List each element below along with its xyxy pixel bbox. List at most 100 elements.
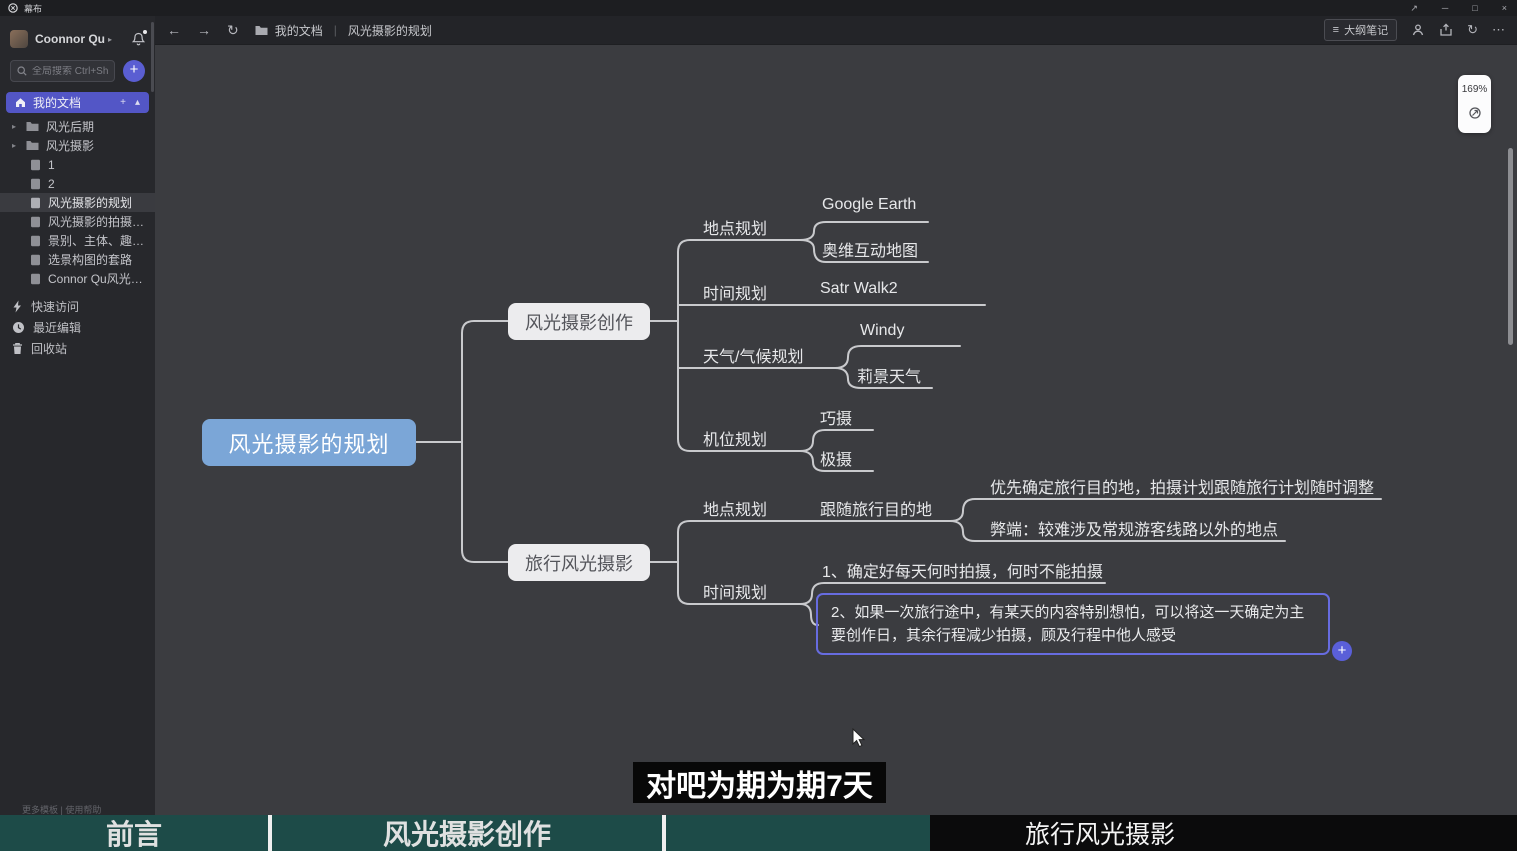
folder-label: 风光摄影 — [46, 137, 94, 154]
mindmap-node[interactable]: 地点规划 — [703, 496, 767, 520]
maximize-icon[interactable]: □ — [1472, 0, 1477, 16]
home-icon — [15, 97, 26, 108]
mindmap-node[interactable]: 1、确定好每天何时拍摄，何时不能拍摄 — [822, 558, 1103, 582]
mindmap-node[interactable]: Satr Walk2 — [820, 280, 898, 298]
export-icon[interactable] — [1439, 23, 1453, 37]
sidebar-item-my-docs[interactable]: 我的文档 + ▴ — [6, 92, 149, 113]
mindmap-node[interactable]: 天气/气候规划 — [703, 343, 803, 367]
mindmap-node[interactable]: 巧摄 — [820, 405, 852, 429]
folder-label: 风光后期 — [46, 118, 94, 135]
title-bar: 幕布 ↗ ─ □ × — [0, 0, 1517, 16]
sidebar-item-trash[interactable]: 回收站 — [0, 338, 155, 359]
document-tree: ▸ 风光后期 ▸ 风光摄影 1 2 风光摄影的规划 — [0, 117, 155, 288]
minimize-icon[interactable]: ─ — [1442, 0, 1448, 16]
sidebar-item-quick-access[interactable]: 快速访问 — [0, 296, 155, 317]
chapter-section[interactable]: 前言 — [0, 815, 268, 851]
mindmap-node[interactable]: 优先确定旅行目的地，拍摄计划跟随旅行计划随时调整 — [990, 474, 1374, 498]
doc-label: 景别、主体、趣味点与选景… — [48, 232, 154, 249]
app-logo-icon — [8, 3, 18, 13]
chapter-section[interactable] — [666, 815, 930, 851]
back-button[interactable]: ← — [167, 22, 181, 38]
mindmap-node[interactable]: 极摄 — [820, 446, 852, 470]
mindmap-node[interactable]: 时间规划 — [703, 280, 767, 304]
outline-note-label: 大纲笔记 — [1344, 22, 1388, 38]
pin-window-icon[interactable]: ↗ — [1410, 0, 1418, 16]
more-menu-icon[interactable]: ⋯ — [1492, 22, 1505, 38]
notification-badge — [143, 30, 147, 34]
sidebar-folder[interactable]: ▸ 风光摄影 — [0, 136, 155, 155]
add-doc-icon[interactable]: + — [120, 97, 126, 108]
mindmap-node-selected[interactable]: 2、如果一次旅行途中，有某天的内容特别想怕，可以将这一天确定为主要创作日，其余行… — [816, 593, 1330, 655]
mindmap-node[interactable]: 时间规划 — [703, 579, 767, 603]
sidebar-doc-selected[interactable]: 风光摄影的规划 — [0, 193, 155, 212]
search-input[interactable] — [32, 66, 108, 77]
sidebar-doc[interactable]: Connor Qu风光后期思维导图 — [0, 269, 155, 288]
share-icon[interactable] — [1411, 23, 1425, 37]
collapse-icon[interactable]: ▴ — [135, 97, 140, 108]
sidebar: Coonnor Qu ▸ + 我的文档 + ▴ ▸ — [0, 16, 155, 851]
add-child-node-button[interactable]: + — [1332, 641, 1352, 661]
user-caret-icon: ▸ — [108, 35, 112, 44]
notification-bell[interactable] — [132, 32, 145, 46]
mindmap-root-node[interactable]: 风光摄影的规划 — [202, 419, 416, 466]
mindmap-branch-node[interactable]: 旅行风光摄影 — [508, 544, 650, 581]
sidebar-doc[interactable]: 选景构图的套路 — [0, 250, 155, 269]
mindmap-node[interactable]: Google Earth — [822, 196, 916, 214]
reset-view-icon[interactable] — [1468, 106, 1482, 120]
sync-icon[interactable]: ↻ — [1467, 22, 1478, 38]
forward-button[interactable]: → — [197, 22, 211, 38]
mindmap-node[interactable]: 地点规划 — [703, 215, 767, 239]
mindmap-node[interactable]: 跟随旅行目的地 — [820, 496, 932, 520]
mindmap-branch-node[interactable]: 风光摄影创作 — [508, 303, 650, 340]
my-docs-label: 我的文档 — [33, 94, 81, 111]
zoom-level[interactable]: 169% — [1462, 84, 1488, 95]
mindmap-canvas[interactable]: 风光摄影的规划 风光摄影创作 旅行风光摄影 地点规划 Google Earth … — [155, 45, 1517, 851]
search-icon — [17, 66, 27, 76]
chapter-section[interactable]: 旅行风光摄影 — [930, 815, 1517, 851]
mindmap-node[interactable]: 机位规划 — [703, 426, 767, 450]
chapter-section[interactable]: 风光摄影创作 — [272, 815, 662, 851]
toolbar: ← → ↻ 我的文档 | 风光摄影的规划 ≡ 大纲笔记 ↻ ⋯ — [155, 16, 1517, 45]
mindmap-node[interactable]: Windy — [860, 322, 904, 340]
user-name: Coonnor Qu — [35, 32, 105, 46]
doc-label: 选景构图的套路 — [48, 251, 132, 268]
bell-icon — [132, 32, 145, 46]
doc-label: 1 — [48, 158, 55, 172]
sidebar-doc[interactable]: 风光摄影的拍摄规划 — [0, 212, 155, 231]
folder-icon — [255, 25, 268, 36]
mindmap-node[interactable]: 莉景天气 — [857, 363, 921, 387]
sidebar-folder[interactable]: ▸ 风光后期 — [0, 117, 155, 136]
canvas-scrollbar[interactable] — [1508, 148, 1513, 345]
sidebar-doc[interactable]: 景别、主体、趣味点与选景… — [0, 231, 155, 250]
doc-label: 2 — [48, 177, 55, 191]
caret-right-icon[interactable]: ▸ — [12, 122, 26, 131]
user-menu[interactable]: Coonnor Qu ▸ — [0, 24, 155, 54]
clock-icon — [12, 321, 25, 334]
refresh-button[interactable]: ↻ — [227, 22, 239, 39]
breadcrumb-document: 风光摄影的规划 — [348, 22, 432, 39]
sidebar-doc[interactable]: 2 — [0, 174, 155, 193]
doc-label: 风光摄影的拍摄规划 — [48, 213, 154, 230]
sidebar-doc[interactable]: 1 — [0, 155, 155, 174]
mouse-cursor — [852, 728, 866, 748]
outline-note-button[interactable]: ≡ 大纲笔记 — [1324, 19, 1397, 41]
global-search[interactable] — [10, 60, 115, 82]
sidebar-scrollbar[interactable] — [151, 22, 154, 92]
mindmap-node[interactable]: 弊端：较难涉及常规游客线路以外的地点 — [990, 516, 1278, 540]
video-subtitle: 对吧为期为期7天 — [633, 762, 886, 803]
app-window: 幕布 ↗ ─ □ × ← → ↻ 我的文档 | 风光摄影的规划 ≡ 大纲笔记 — [0, 0, 1517, 851]
chapter-bar: 前言 风光摄影创作 旅行风光摄影 — [0, 815, 1517, 851]
folder-icon — [26, 121, 39, 132]
new-document-button[interactable]: + — [123, 60, 145, 82]
breadcrumb-folder[interactable]: 我的文档 — [275, 22, 323, 39]
folder-icon — [26, 140, 39, 151]
sidebar-item-recent[interactable]: 最近编辑 — [0, 317, 155, 338]
zoom-widget[interactable]: 169% — [1458, 75, 1491, 133]
close-icon[interactable]: × — [1502, 0, 1507, 16]
doc-icon — [30, 178, 41, 190]
doc-icon — [30, 197, 41, 209]
mindmap-node[interactable]: 奥维互动地图 — [822, 237, 918, 261]
shortcut-label: 回收站 — [31, 340, 67, 357]
caret-right-icon[interactable]: ▸ — [12, 141, 26, 150]
list-icon: ≡ — [1333, 24, 1339, 36]
